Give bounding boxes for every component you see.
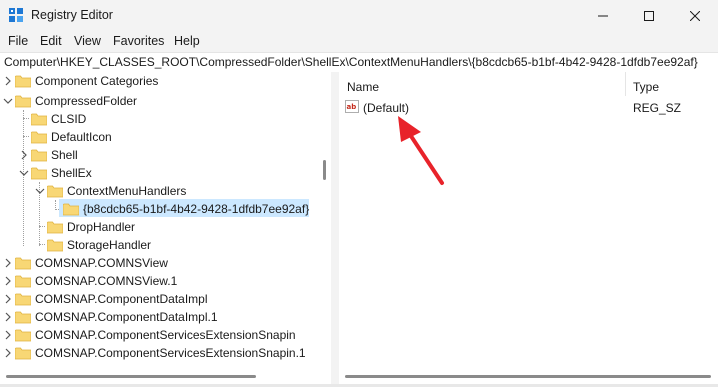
folder-icon [63,203,79,216]
folder-icon [15,257,31,270]
tree-item-comsnap-componentservicesextensionsnapin-1[interactable]: COMSNAP.ComponentServicesExtensionSnapin… [0,344,317,362]
close-icon [690,10,700,21]
tree-vertical-scrollbar[interactable] [317,72,331,370]
tree-horizontal-scrollbar[interactable] [0,370,331,384]
chevron-right-icon[interactable] [3,258,13,268]
folder-icon [15,275,31,288]
window-title: Registry Editor [31,8,113,22]
chevron-right-icon[interactable] [3,294,13,304]
folder-icon [15,293,31,306]
pane-splitter[interactable] [331,72,339,384]
tree-item-storagehandler[interactable]: StorageHandler [0,236,317,254]
close-button[interactable] [672,0,718,31]
folder-open-icon [15,95,31,108]
tree-item-clsid[interactable]: CLSID [0,110,317,128]
menu-favorites[interactable]: Favorites [113,34,164,48]
chevron-right-icon[interactable] [3,348,13,358]
chevron-right-icon[interactable] [3,312,13,322]
values-list[interactable]: Name Type ab (Default) REG_SZ [339,72,718,384]
menu-bar: File Edit View Favorites Help [0,31,718,51]
address-bar[interactable]: Computer\HKEY_CLASSES_ROOT\CompressedFol… [0,52,718,73]
menu-help[interactable]: Help [174,34,200,48]
tree-item-comsnap-componentdataimpl-1[interactable]: COMSNAP.ComponentDataImpl.1 [0,308,317,326]
folder-icon [31,149,47,162]
maximize-button[interactable] [626,0,672,31]
chevron-right-icon[interactable] [3,76,13,86]
chevron-down-icon[interactable] [3,96,13,106]
folder-icon [47,239,63,252]
folder-open-icon [47,185,63,198]
chevron-right-icon[interactable] [3,330,13,340]
tree-scroll-thumb[interactable] [323,160,326,180]
chevron-down-icon[interactable] [19,168,29,178]
chevron-right-icon[interactable] [3,276,13,286]
menu-edit[interactable]: Edit [40,34,62,48]
tree-hscroll-thumb[interactable] [6,375,256,378]
tree-item-contextmenuhandlers[interactable]: ContextMenuHandlers [0,182,317,200]
tree-item-comsnap-componentservicesextensionsnapin[interactable]: COMSNAP.ComponentServicesExtensionSnapin [0,326,317,344]
tree-item-comsnap-comnsview[interactable]: COMSNAP.COMNSView [0,254,317,272]
folder-icon [31,113,47,126]
title-bar: Registry Editor [0,0,718,31]
folder-open-icon [31,167,47,180]
tree-item-defaulticon[interactable]: DefaultIcon [0,128,317,146]
folder-icon [31,131,47,144]
tree-item-drophandler[interactable]: DropHandler [0,218,317,236]
annotation-arrow-icon [398,116,444,185]
chevron-down-icon[interactable] [35,186,45,196]
minimize-icon [598,15,608,16]
menu-file[interactable]: File [8,34,28,48]
values-hscroll-thumb[interactable] [345,375,711,378]
maximize-icon [644,10,654,21]
address-path[interactable]: Computer\HKEY_CLASSES_ROOT\CompressedFol… [4,55,698,69]
folder-icon [47,221,63,234]
folder-icon [15,75,31,88]
tree-item-shellex[interactable]: ShellEx [0,164,317,182]
menu-view[interactable]: View [74,34,101,48]
key-tree[interactable]: Component Categories CompressedFolder CL… [0,72,332,384]
folder-icon [15,347,31,360]
folder-icon [15,311,31,324]
tree-item-comsnap-comnsview-1[interactable]: COMSNAP.COMNSView.1 [0,272,317,290]
folder-icon [15,329,31,342]
chevron-right-icon[interactable] [19,150,29,160]
minimize-button[interactable] [580,0,626,31]
tree-item-shell[interactable]: Shell [0,146,317,164]
registry-editor-icon [9,8,23,22]
tree-item-compressedfolder[interactable]: CompressedFolder [0,92,317,110]
tree-item-comsnap-componentdataimpl[interactable]: COMSNAP.ComponentDataImpl [0,290,317,308]
tree-item-component-categories[interactable]: Component Categories [0,72,317,90]
tree-item-selected-guid[interactable]: {b8cdcb65-b1bf-4b42-9428-1dfdb7ee92af} [0,200,317,218]
